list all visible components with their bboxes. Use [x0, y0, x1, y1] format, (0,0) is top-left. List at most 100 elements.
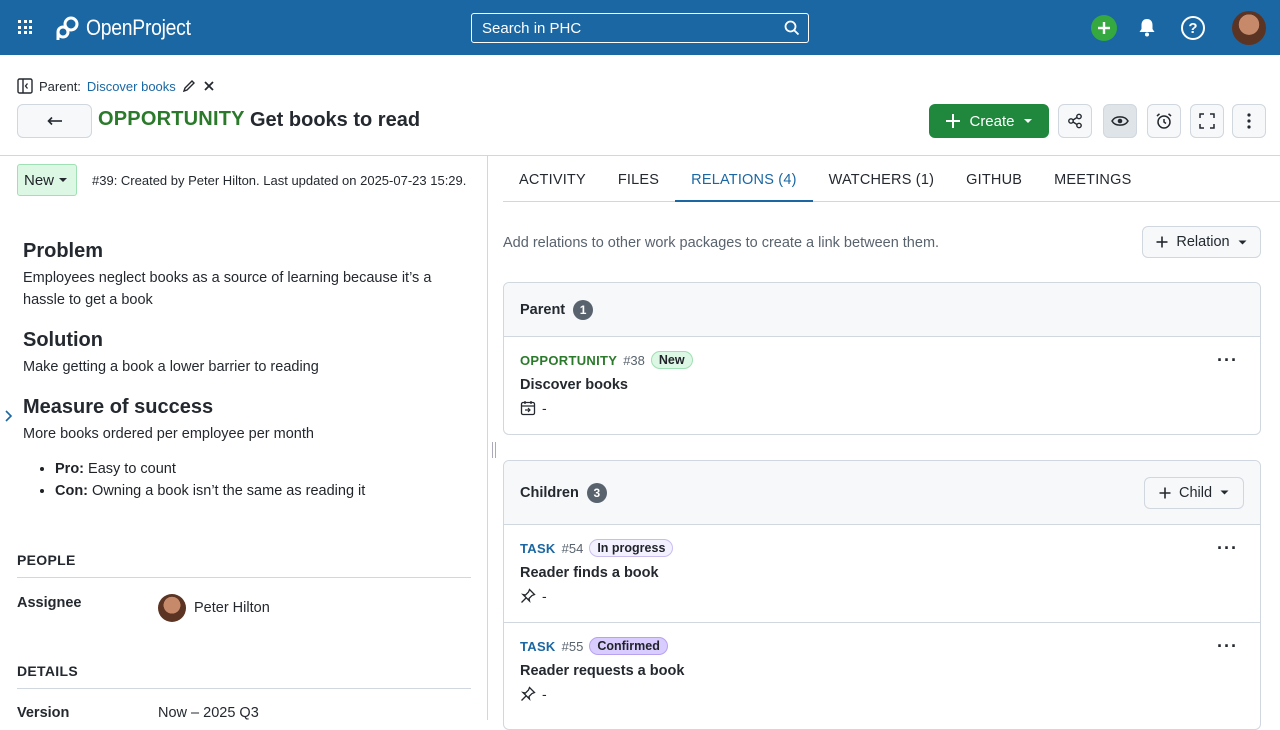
- status-dropdown[interactable]: New: [17, 164, 77, 196]
- help-icon[interactable]: ?: [1181, 16, 1205, 40]
- grid-icon[interactable]: [18, 20, 32, 34]
- description[interactable]: Problem Employees neglect books as a sou…: [23, 240, 463, 502]
- children-count-badge: 3: [586, 482, 607, 503]
- relation-label: Relation: [1176, 234, 1230, 250]
- row-actions-icon[interactable]: ···: [1217, 350, 1238, 371]
- parent-box-header: Parent 1: [504, 283, 1260, 337]
- wp-subject[interactable]: Reader finds a book: [520, 565, 1244, 581]
- parent-link[interactable]: Discover books: [87, 79, 176, 94]
- openproject-logo[interactable]: OpenProject: [54, 14, 205, 42]
- wp-type: TASK: [520, 540, 556, 556]
- fullscreen-button[interactable]: [1190, 104, 1224, 138]
- pencil-icon[interactable]: [182, 79, 196, 93]
- people-section-title: PEOPLE: [17, 552, 471, 578]
- caret-down-icon: [1220, 490, 1229, 495]
- measure-text: More books ordered per employee per mont…: [23, 426, 314, 442]
- resize-handle[interactable]: [492, 442, 496, 458]
- tab-github[interactable]: GITHUB: [950, 158, 1038, 202]
- reminder-button[interactable]: [1147, 104, 1181, 138]
- tab-files[interactable]: FILES: [602, 158, 675, 202]
- children-box-title: Children: [520, 484, 579, 501]
- relation-row[interactable]: TASK #54 In progress Reader finds a book…: [504, 525, 1260, 623]
- back-button[interactable]: [17, 104, 92, 138]
- status-badge: Confirmed: [589, 637, 668, 655]
- tab-activity[interactable]: ACTIVITY: [503, 158, 602, 202]
- create-label: Create: [969, 112, 1015, 130]
- tab-bar: ACTIVITY FILES RELATIONS (4) WATCHERS (1…: [503, 158, 1280, 202]
- problem-text: Employees neglect books as a source of l…: [23, 270, 432, 308]
- user-avatar[interactable]: [1232, 11, 1266, 45]
- tab-relations[interactable]: RELATIONS (4): [675, 158, 813, 202]
- parent-box-title: Parent: [520, 301, 566, 318]
- work-package-subject[interactable]: Get books to read: [250, 109, 420, 132]
- logo-text: OpenProject: [86, 15, 191, 40]
- tab-meetings[interactable]: MEETINGS: [1038, 158, 1147, 202]
- kebab-icon: [1247, 113, 1251, 129]
- alarm-clock-icon: [1156, 113, 1172, 129]
- logo-mark-icon: [56, 16, 79, 40]
- global-search[interactable]: [471, 13, 809, 43]
- created-info: #39: Created by Peter Hilton. Last updat…: [92, 173, 467, 188]
- caret-down-icon: [59, 178, 67, 182]
- relation-row[interactable]: OPPORTUNITY #38 New Discover books - ···: [504, 337, 1260, 434]
- problem-heading: Problem: [23, 240, 104, 262]
- child-label: Child: [1178, 484, 1213, 501]
- wp-id[interactable]: #55: [562, 639, 584, 654]
- relations-hint: Add relations to other work packages to …: [503, 235, 940, 251]
- share-icon: [1068, 113, 1082, 129]
- assignee-label: Assignee: [17, 595, 82, 611]
- tab-watchers[interactable]: WATCHERS (1): [813, 158, 951, 202]
- details-section-title: DETAILS: [17, 663, 471, 689]
- add-relation-button[interactable]: Relation: [1142, 226, 1261, 258]
- pro-text: Easy to count: [88, 461, 176, 477]
- version-label: Version: [17, 705, 70, 721]
- sidebar-toggle-icon[interactable]: [17, 78, 33, 94]
- calendar-icon: [520, 401, 536, 416]
- search-input[interactable]: [472, 14, 808, 42]
- children-relations-box: Children 3 Child TASK #54 In progress Re…: [503, 460, 1261, 730]
- list-item: Pro: Easy to count: [55, 458, 463, 480]
- caret-down-icon: [1238, 240, 1247, 244]
- assignee-value[interactable]: Peter Hilton: [158, 594, 270, 622]
- parent-relations-box: Parent 1 OPPORTUNITY #38 New Discover bo…: [503, 282, 1261, 435]
- assignee-avatar: [158, 594, 186, 622]
- caret-down-icon: [1023, 119, 1032, 123]
- con-label: Con:: [55, 483, 89, 499]
- search-icon[interactable]: [784, 20, 800, 36]
- wp-dates: -: [542, 400, 547, 416]
- plus-icon: [1156, 236, 1168, 248]
- wp-subject[interactable]: Discover books: [520, 377, 1244, 393]
- work-package-type: OPPORTUNITY: [98, 108, 245, 130]
- chevron-right-icon[interactable]: [4, 409, 14, 423]
- wp-id[interactable]: #54: [562, 541, 584, 556]
- parent-selector: Parent: Discover books: [17, 78, 216, 94]
- close-icon[interactable]: [202, 79, 216, 93]
- parent-label: Parent:: [39, 78, 81, 94]
- bell-icon[interactable]: [1138, 18, 1156, 37]
- row-actions-icon[interactable]: ···: [1217, 636, 1238, 657]
- children-box-header: Children 3 Child: [504, 461, 1260, 525]
- wp-dates: -: [542, 686, 547, 702]
- quick-add-button[interactable]: [1091, 15, 1117, 41]
- wp-subject[interactable]: Reader requests a book: [520, 663, 1244, 679]
- status-badge: New: [650, 351, 693, 369]
- add-child-button[interactable]: Child: [1144, 476, 1244, 509]
- share-button[interactable]: [1058, 104, 1092, 138]
- wp-type: OPPORTUNITY: [520, 352, 618, 368]
- status-badge: In progress: [589, 539, 674, 557]
- top-bar: OpenProject ?: [0, 0, 1280, 55]
- pin-icon: [521, 588, 536, 603]
- expand-icon: [1199, 113, 1215, 129]
- create-button[interactable]: Create: [929, 104, 1049, 138]
- plus-icon: [1159, 487, 1171, 498]
- wp-id[interactable]: #38: [623, 353, 645, 368]
- watch-button[interactable]: [1103, 104, 1137, 138]
- solution-heading: Solution: [23, 329, 103, 351]
- more-actions-button[interactable]: [1232, 104, 1266, 138]
- row-actions-icon[interactable]: ···: [1217, 538, 1238, 559]
- version-value[interactable]: Now – 2025 Q3: [158, 705, 259, 721]
- pro-label: Pro:: [55, 461, 84, 477]
- eye-icon: [1111, 116, 1129, 126]
- relation-row[interactable]: TASK #55 Confirmed Reader requests a boo…: [504, 623, 1260, 721]
- list-item: Con: Owning a book isn’t the same as rea…: [55, 480, 463, 502]
